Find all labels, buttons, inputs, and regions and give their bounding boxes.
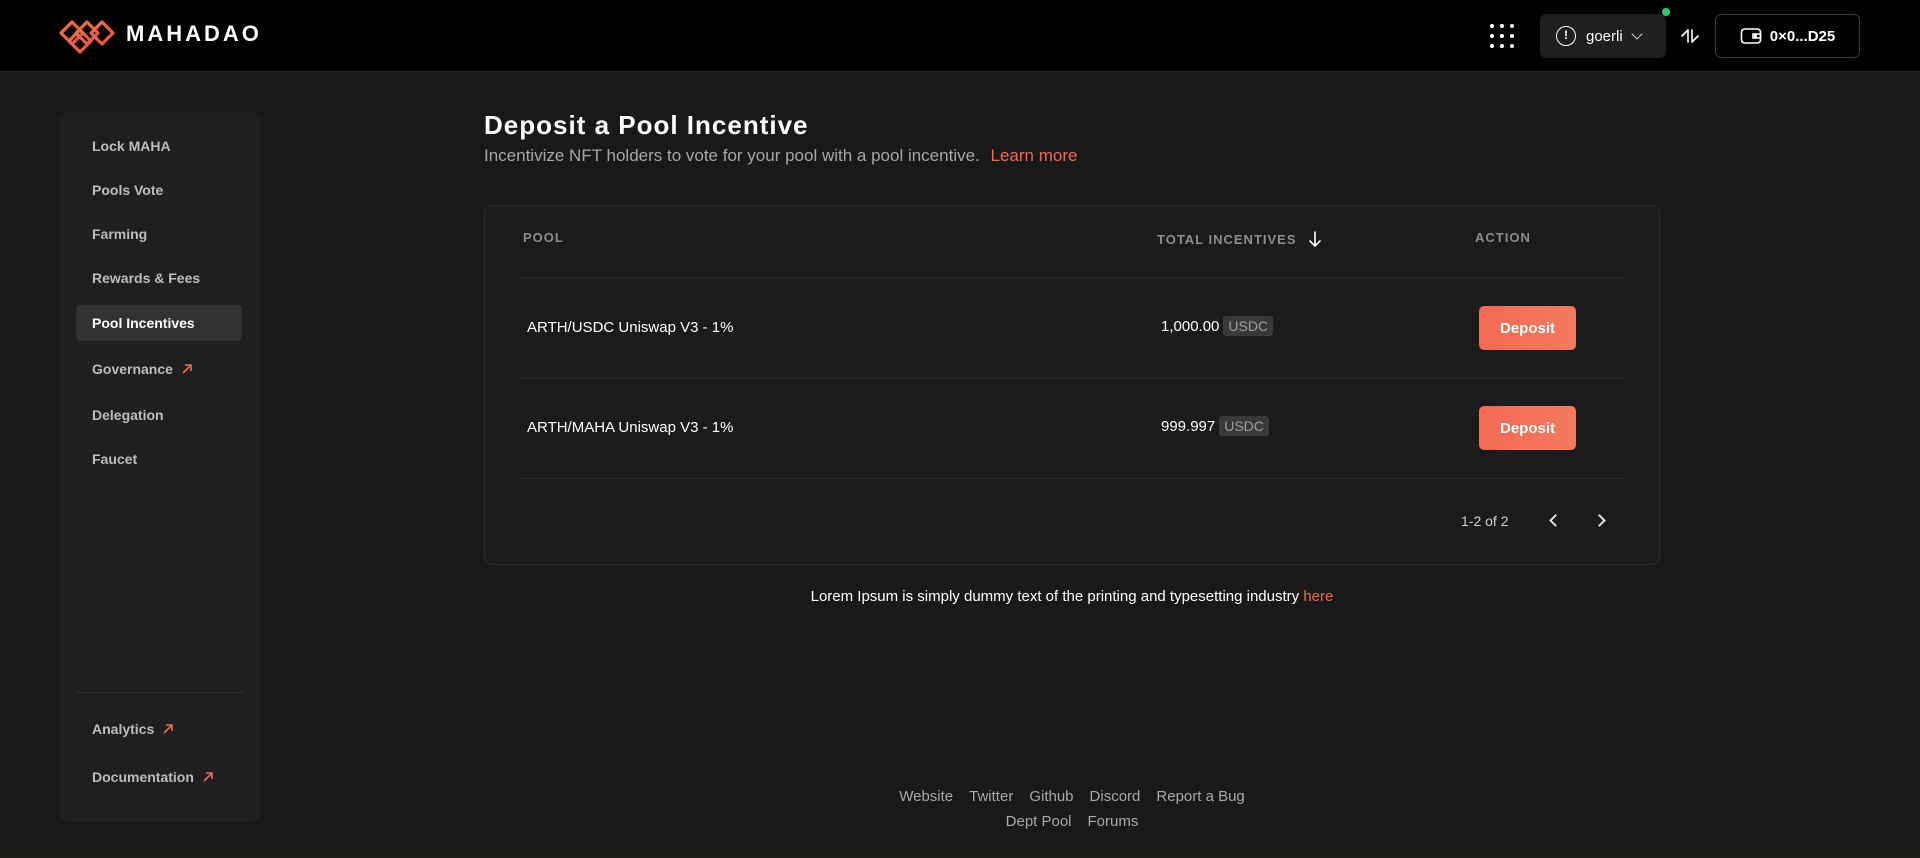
column-header-label: TOTAL INCENTIVES (1157, 231, 1297, 247)
incentives-table: POOL TOTAL INCENTIVES ACTION ARTH/USDC U… (484, 205, 1660, 565)
chevron-left-icon (1548, 513, 1562, 527)
pagination-summary: 1-2 of 2 (1461, 513, 1509, 529)
column-header-label: POOL (523, 230, 564, 245)
footer-link-forums[interactable]: Forums (1088, 813, 1139, 830)
pool-name: ARTH/MAHA Uniswap V3 - 1% (527, 419, 734, 436)
row-divider (517, 378, 1627, 379)
next-page-button[interactable] (1587, 506, 1615, 534)
sidebar-item-lock-maha[interactable]: Lock MAHA (76, 128, 242, 164)
network-status-dot (1662, 8, 1670, 16)
bottom-edge (0, 852, 1920, 858)
deposit-button[interactable]: Deposit (1479, 406, 1576, 450)
footer-links-row-2: Dept Pool Forums (484, 813, 1660, 830)
wallet-icon (1740, 28, 1762, 44)
column-header-action: ACTION (1475, 230, 1531, 245)
external-link-icon (182, 364, 192, 374)
network-label: goerli (1586, 27, 1623, 45)
footer-links-row-1: Website Twitter Github Discord Report a … (484, 788, 1660, 805)
sidebar-item-governance[interactable]: Governance (76, 351, 242, 387)
sidebar: Lock MAHA Pools Vote Farming Rewards & F… (60, 112, 260, 822)
column-header-pool: POOL (523, 230, 564, 245)
amount-value: 1,000.00 (1161, 317, 1220, 335)
sidebar-item-label: Governance (92, 361, 173, 377)
sidebar-item-label: Lock MAHA (92, 138, 171, 154)
token-badge: USDC (1219, 416, 1269, 436)
footer-link-twitter[interactable]: Twitter (969, 788, 1013, 805)
mahadao-logo-icon (59, 20, 115, 54)
swap-arrows-icon[interactable] (1678, 24, 1702, 48)
footer-link-dept-pool[interactable]: Dept Pool (1006, 813, 1072, 830)
sidebar-item-label: Pool Incentives (92, 315, 195, 331)
previous-page-button[interactable] (1539, 506, 1567, 534)
sidebar-item-documentation[interactable]: Documentation (76, 759, 242, 795)
wallet-address: 0×0...D25 (1769, 27, 1836, 45)
learn-more-link[interactable]: Learn more (991, 146, 1078, 165)
network-selector[interactable]: ! goerli (1540, 8, 1670, 58)
sidebar-item-label: Analytics (92, 721, 155, 737)
sidebar-item-label: Pools Vote (92, 182, 164, 198)
sidebar-item-pools-vote[interactable]: Pools Vote (76, 172, 242, 208)
footer-link-website[interactable]: Website (899, 788, 953, 805)
page-subtitle: Incentivize NFT holders to vote for your… (484, 146, 1077, 166)
sidebar-item-pool-incentives[interactable]: Pool Incentives (76, 305, 242, 341)
brand-logo[interactable]: MAHADAO (58, 10, 262, 58)
page-title: Deposit a Pool Incentive (484, 110, 809, 140)
amount-value: 999.997 (1161, 417, 1216, 435)
sidebar-item-label: Faucet (92, 451, 138, 467)
sidebar-item-faucet[interactable]: Faucet (76, 441, 242, 477)
footer-link-report-bug[interactable]: Report a Bug (1156, 788, 1244, 805)
alert-circle-icon: ! (1556, 26, 1576, 46)
chevron-right-icon (1592, 513, 1606, 527)
incentive-amount: 1,000.00 USDC (1161, 316, 1274, 336)
row-divider (517, 478, 1627, 479)
top-bar: MAHADAO ! goerli 0×0...D25 (0, 0, 1920, 72)
row-divider (517, 277, 1627, 278)
sidebar-item-label: Delegation (92, 407, 164, 423)
sidebar-item-label: Rewards & Fees (92, 270, 201, 286)
apps-grid-icon[interactable] (1490, 24, 1514, 48)
note-link[interactable]: here (1303, 588, 1333, 605)
info-note: Lorem Ipsum is simply dummy text of the … (484, 588, 1660, 605)
footer-link-github[interactable]: Github (1029, 788, 1073, 805)
external-link-icon (203, 772, 213, 782)
chevron-down-icon (1631, 28, 1643, 40)
external-link-icon (163, 724, 174, 734)
column-header-total-incentives[interactable]: TOTAL INCENTIVES (1157, 230, 1323, 248)
sidebar-item-delegation[interactable]: Delegation (76, 397, 242, 433)
sidebar-item-analytics[interactable]: Analytics (76, 711, 242, 747)
footer-link-discord[interactable]: Discord (1090, 788, 1141, 805)
sidebar-divider (76, 692, 244, 693)
wallet-button[interactable]: 0×0...D25 (1715, 14, 1860, 58)
sidebar-item-rewards-fees[interactable]: Rewards & Fees (76, 260, 242, 296)
deposit-button[interactable]: Deposit (1479, 306, 1576, 350)
subtitle-text: Incentivize NFT holders to vote for your… (484, 146, 980, 165)
brand-name: MAHADAO (126, 21, 262, 46)
column-header-label: ACTION (1475, 230, 1531, 245)
sidebar-item-label: Documentation (92, 769, 194, 785)
incentive-amount: 999.997 USDC (1161, 416, 1269, 436)
sidebar-item-label: Farming (92, 226, 148, 242)
note-text: Lorem Ipsum is simply dummy text of the … (810, 588, 1300, 605)
pool-name: ARTH/USDC Uniswap V3 - 1% (527, 319, 734, 336)
sort-descending-icon[interactable] (1307, 230, 1323, 248)
sidebar-item-farming[interactable]: Farming (76, 216, 242, 252)
token-badge: USDC (1223, 316, 1274, 336)
